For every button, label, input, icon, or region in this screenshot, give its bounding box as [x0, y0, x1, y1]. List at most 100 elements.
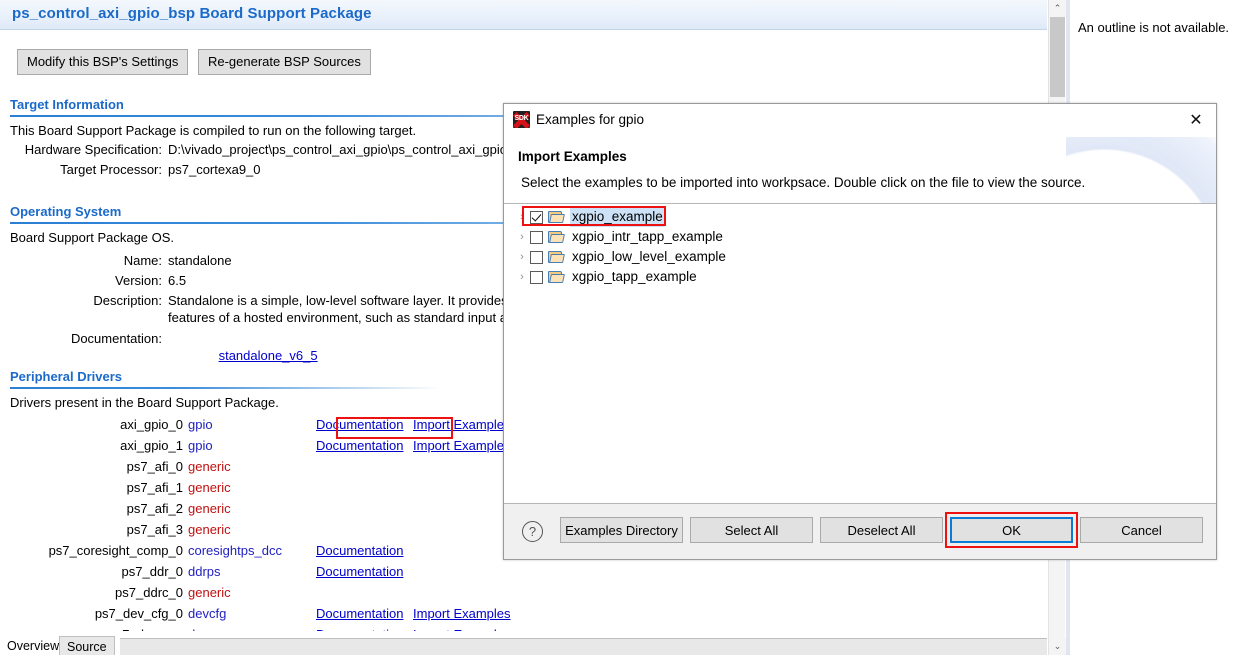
folder-icon: [548, 210, 565, 224]
app-root: ps_control_axi_gpio_bsp Board Support Pa…: [0, 0, 1253, 655]
dialog-heading: Import Examples: [518, 149, 627, 164]
driver-type: generic: [188, 522, 231, 537]
label-target-processor: Target Processor:: [60, 162, 162, 177]
driver-name: ps7_ddrc_0: [115, 585, 183, 600]
dialog-header: Import Examples Select the examples to b…: [504, 137, 1216, 204]
link-documentation[interactable]: Documentation: [316, 564, 403, 579]
driver-import-cell: Import Examples: [413, 624, 523, 631]
example-checkbox[interactable]: [530, 210, 543, 224]
driver-import-cell: Import Examples: [413, 603, 523, 624]
scrollbar-thumb[interactable]: [1050, 17, 1065, 97]
chevron-right-icon[interactable]: ›: [514, 247, 530, 267]
dialog-button-bar: ? Examples Directory Select All Deselect…: [504, 504, 1216, 559]
driver-import-cell: [413, 561, 523, 582]
driver-type: dmaps: [188, 624, 316, 631]
outline-message: An outline is not available.: [1078, 20, 1230, 35]
regenerate-bsp-sources-button[interactable]: Re-generate BSP Sources: [197, 49, 371, 75]
tab-overview[interactable]: Overview: [0, 636, 66, 655]
table-row: ps7_afi_1 generic: [10, 477, 523, 498]
link-documentation[interactable]: Documentation: [316, 438, 403, 453]
deselect-all-button[interactable]: Deselect All: [820, 517, 943, 543]
driver-name: ps7_afi_0: [126, 459, 183, 474]
link-import-examples[interactable]: Import Examples: [413, 627, 511, 631]
ok-button[interactable]: OK: [950, 517, 1073, 543]
example-checkbox[interactable]: [530, 250, 543, 264]
example-name: xgpio_intr_tapp_example: [572, 229, 723, 244]
label-hardware-specification: Hardware Specification:: [24, 142, 162, 157]
folder-icon: [548, 230, 565, 244]
sdk-icon-text: SDK: [514, 115, 529, 122]
scroll-down-arrow-icon[interactable]: ⌄: [1049, 638, 1066, 655]
driver-name: ps7_afi_2: [126, 501, 183, 516]
link-import-examples[interactable]: Import Examples: [413, 417, 511, 432]
example-checkbox[interactable]: [530, 270, 543, 284]
driver-name: ps7_afi_3: [126, 522, 183, 537]
driver-name: ps7_coresight_comp_0: [48, 543, 183, 558]
sdk-icon: SDK: [513, 111, 530, 128]
link-documentation[interactable]: Documentation: [316, 417, 403, 432]
driver-name: ps7_afi_1: [126, 480, 183, 495]
cancel-button[interactable]: Cancel: [1080, 517, 1203, 543]
drivers-table: axi_gpio_0 gpio Documentation Import Exampl…: [10, 414, 523, 631]
label-os-description: Description:: [93, 293, 162, 308]
scroll-up-arrow-icon[interactable]: ⌃: [1049, 0, 1066, 17]
examples-directory-button[interactable]: Examples Directory: [560, 517, 683, 543]
link-documentation[interactable]: Documentation: [316, 543, 403, 558]
value-hardware-specification: D:\vivado_project\ps_control_axi_gpio\ps…: [168, 142, 511, 157]
example-name: xgpio_low_level_example: [572, 249, 726, 264]
link-documentation[interactable]: Documentation: [316, 627, 403, 631]
label-os-name: Name:: [123, 253, 162, 268]
value-os-version: 6.5: [168, 273, 187, 288]
header-watermark-graphic: [1066, 137, 1216, 203]
example-name: xgpio_example: [570, 207, 665, 227]
driver-type: coresightps_dcc: [188, 543, 282, 558]
link-documentation[interactable]: Documentation: [316, 606, 403, 621]
driver-type: gpio: [188, 417, 213, 432]
chevron-right-icon[interactable]: ›: [514, 207, 530, 227]
close-icon[interactable]: ✕: [1186, 111, 1206, 131]
list-item[interactable]: › xgpio_example: [504, 207, 1216, 227]
driver-name: axi_gpio_1: [120, 438, 183, 453]
list-item[interactable]: › xgpio_tapp_example: [504, 267, 1216, 287]
chevron-right-icon[interactable]: ›: [514, 267, 530, 287]
driver-type: generic: [188, 480, 231, 495]
driver-documentation-cell: Documentation: [316, 540, 413, 561]
tab-source[interactable]: Source: [59, 636, 115, 655]
examples-tree[interactable]: › xgpio_example › xgpio_intr_tapp_example › x…: [504, 204, 1216, 504]
list-item[interactable]: › xgpio_intr_tapp_example: [504, 227, 1216, 247]
link-import-examples[interactable]: Import Examples: [413, 438, 511, 453]
table-row: ps7_afi_3 generic: [10, 519, 523, 540]
section-peripheral-drivers: Peripheral Drivers Drivers present in th…: [10, 369, 523, 631]
example-checkbox[interactable]: [530, 230, 543, 244]
label-os-version: Version:: [115, 273, 162, 288]
driver-type: generic: [188, 459, 231, 474]
driver-documentation-cell: [316, 519, 413, 540]
select-all-button[interactable]: Select All: [690, 517, 813, 543]
modify-bsp-settings-button[interactable]: Modify this BSP's Settings: [17, 49, 189, 75]
table-row: ps7_ddrc_0 generic: [10, 582, 523, 603]
table-row: ps7_ddr_0 ddrps Documentation: [10, 561, 523, 582]
folder-icon: [548, 250, 565, 264]
link-standalone-doc[interactable]: standalone_v6_5: [219, 348, 318, 363]
value-os-name: standalone: [168, 253, 232, 268]
driver-type: generic: [188, 501, 231, 516]
link-import-examples[interactable]: Import Examples: [413, 606, 511, 621]
driver-type: devcfg: [188, 606, 227, 621]
driver-name: ps7_ddr_0: [121, 564, 183, 579]
driver-type: ddrps: [188, 564, 221, 579]
table-row: axi_gpio_0 gpio Documentation Import Exampl…: [10, 414, 523, 435]
help-icon[interactable]: ?: [522, 521, 543, 542]
dialog-description: Select the examples to be imported into …: [521, 175, 1086, 190]
driver-type: gpio: [188, 438, 213, 453]
section-rule: [10, 387, 440, 389]
folder-icon: [548, 270, 565, 284]
page-title: ps_control_axi_gpio_bsp Board Support Pa…: [12, 5, 372, 22]
list-item[interactable]: › xgpio_low_level_example: [504, 247, 1216, 267]
drivers-intro: Drivers present in the Board Support Pac…: [10, 395, 279, 410]
value-os-description: Standalone is a simple, low-level softwa…: [168, 293, 552, 325]
chevron-right-icon[interactable]: ›: [514, 227, 530, 247]
example-name: xgpio_tapp_example: [572, 269, 697, 284]
driver-name: ps7_dma_ns: [10, 624, 188, 631]
driver-documentation-cell: [316, 498, 413, 519]
driver-documentation-cell: Documentation: [316, 561, 413, 582]
